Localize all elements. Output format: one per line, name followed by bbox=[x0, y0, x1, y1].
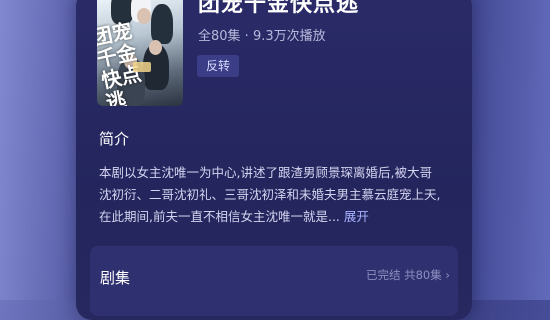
poster-figure bbox=[151, 4, 173, 44]
synopsis-body: 本剧以女主沈唯一为中心,讲述了跟渣男顾景琛离婚后,被大哥沈初衍、二哥沈初礼、三哥… bbox=[99, 165, 441, 224]
episodes-heading: 剧集 bbox=[100, 269, 131, 287]
drama-poster[interactable]: 团宠千金快点逃 bbox=[97, 0, 183, 106]
synopsis-text: 本剧以女主沈唯一为中心,讲述了跟渣男顾景琛离婚后,被大哥沈初衍、二哥沈初礼、三哥… bbox=[99, 162, 444, 228]
drama-meta: 全80集 · 9.3万次播放 bbox=[198, 29, 326, 44]
poster-face bbox=[137, 8, 151, 24]
poster-face bbox=[149, 40, 162, 55]
synopsis-heading: 简介 bbox=[99, 130, 130, 148]
drama-title: 团宠千金快点逃 bbox=[198, 0, 360, 17]
background-left bbox=[0, 0, 80, 300]
poster-logo bbox=[133, 62, 151, 72]
genre-tag[interactable]: 反转 bbox=[197, 55, 240, 77]
episodes-status-link[interactable]: 已完结 共80集 › bbox=[366, 267, 450, 283]
expand-link[interactable]: 展开 bbox=[344, 209, 369, 224]
